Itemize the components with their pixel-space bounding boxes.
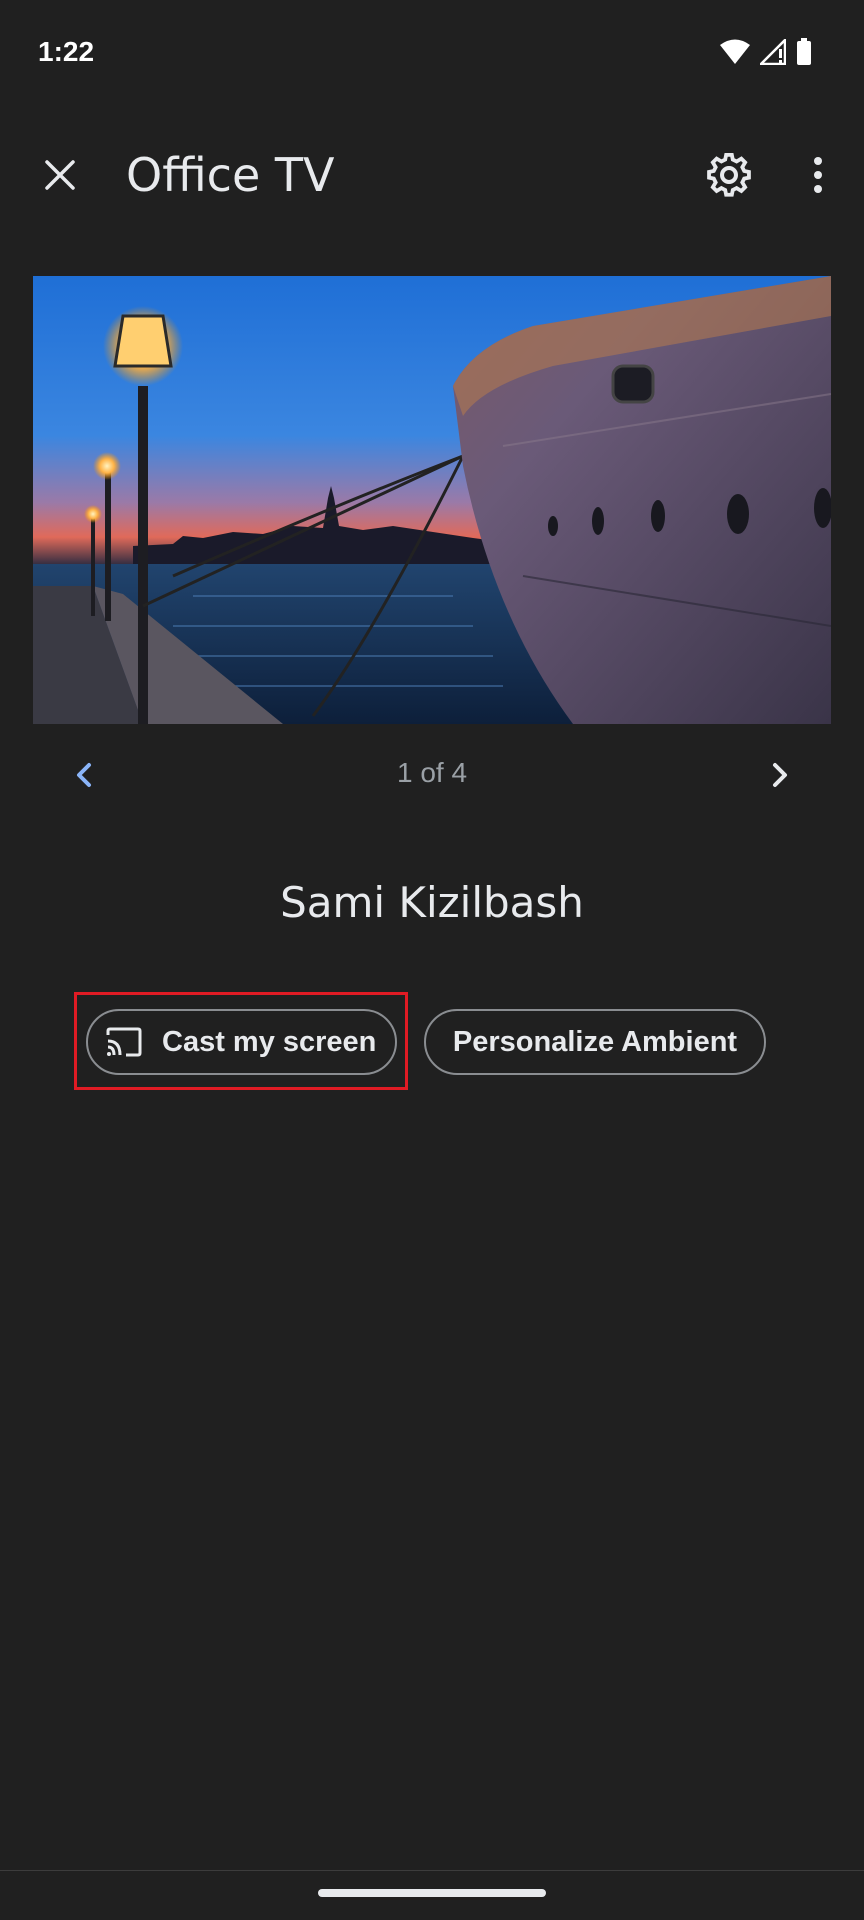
chevron-right-icon xyxy=(773,763,787,787)
settings-button[interactable] xyxy=(699,145,759,205)
personalize-ambient-label: Personalize Ambient xyxy=(452,1025,738,1058)
pager-label: 1 of 4 xyxy=(396,757,468,788)
close-icon xyxy=(45,160,75,190)
bottom-divider xyxy=(0,1870,864,1871)
cast-my-screen-button[interactable]: Cast my screen xyxy=(86,1009,397,1075)
photo-pager: 1 of 4 xyxy=(0,745,864,805)
status-time: 1:22 xyxy=(38,36,95,67)
wifi-icon xyxy=(720,39,750,70)
gear-icon xyxy=(707,152,751,197)
home-gesture-bar[interactable] xyxy=(318,1889,546,1897)
status-icons xyxy=(720,36,812,71)
cast-icon xyxy=(104,1022,144,1062)
personalize-ambient-button[interactable]: Personalize Ambient xyxy=(424,1009,766,1075)
close-button[interactable] xyxy=(30,145,90,205)
next-photo-button[interactable] xyxy=(752,745,808,805)
ambient-photo xyxy=(33,276,831,724)
app-bar: Office TV xyxy=(0,130,864,220)
cast-my-screen-label: Cast my screen xyxy=(162,1025,377,1058)
more-options-button[interactable] xyxy=(788,145,848,205)
page-title: Office TV xyxy=(126,148,335,202)
battery-icon xyxy=(796,38,812,71)
status-bar: 1:22 xyxy=(0,0,864,110)
signal-icon xyxy=(757,36,787,70)
photo-owner-name: Sami Kizilbash xyxy=(280,878,584,927)
more-vert-icon xyxy=(814,157,822,193)
